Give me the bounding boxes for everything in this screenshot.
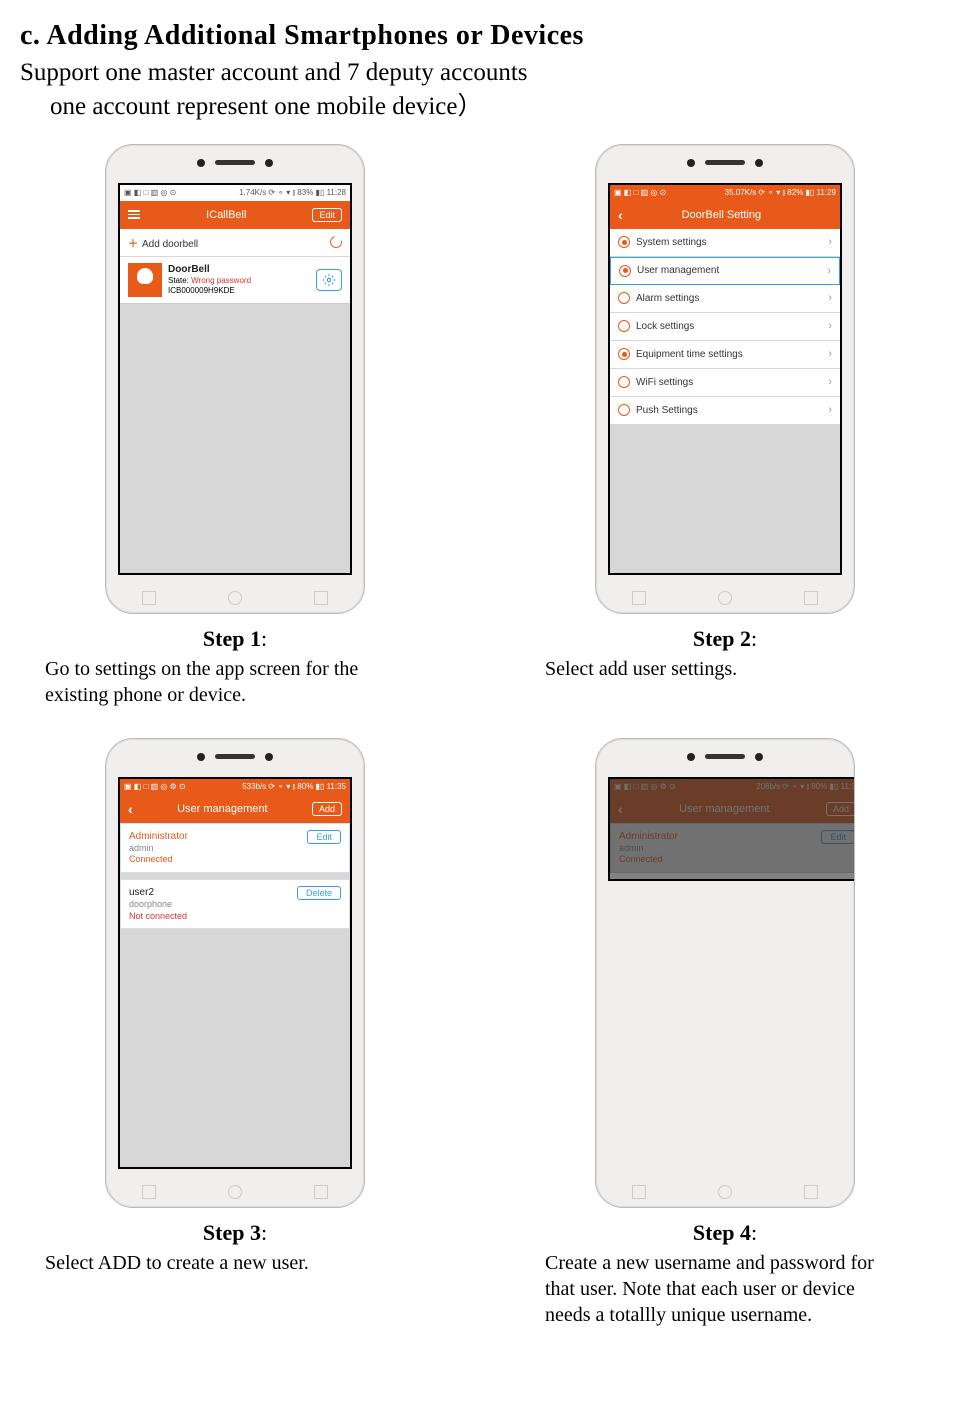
subheading-line2: one account represent one mobile device） xyxy=(20,90,940,124)
gear-icon xyxy=(322,273,336,287)
edit-button[interactable]: Edit xyxy=(312,208,342,222)
user-status: Not connected xyxy=(129,911,187,923)
user-card-admin[interactable]: Administrator admin Connected Edit xyxy=(120,823,350,873)
edit-user-button[interactable]: Edit xyxy=(307,830,341,844)
user-title: Administrator xyxy=(129,830,188,843)
status-left: ▣ ◧ □ ▥ ◎ ⊙ xyxy=(614,188,666,197)
status-left: ▣ ◧ □ ▥ ◎ ⚙ ⊙ xyxy=(124,782,186,791)
settings-item-time[interactable]: Equipment time settings › xyxy=(610,341,840,369)
status-right: 35.07K/s ⟳ ⚬ ▾ ⫾ 82% ▮▯ 11:29 xyxy=(725,188,836,198)
delete-user-button[interactable]: Delete xyxy=(297,886,341,900)
bullet-icon xyxy=(618,236,630,248)
status-bar: ▣ ◧ □ ▥ ◎ ⚙ ⊙ 533b/s ⟳ ⚬ ▾ ⫾ 80% ▮▯ 11:3… xyxy=(120,779,350,795)
app-bar: ‹ DoorBell Setting xyxy=(610,201,840,229)
device-state-value: Wrong password xyxy=(191,276,251,285)
subheading-line1: Support one master account and 7 deputy … xyxy=(20,59,528,86)
add-doorbell-label: Add doorbell xyxy=(142,239,198,250)
user-card-user2[interactable]: user2 doorphone Not connected Delete xyxy=(120,879,350,929)
step-3-cell: ▣ ◧ □ ▥ ◎ ⚙ ⊙ 533b/s ⟳ ⚬ ▾ ⫾ 80% ▮▯ 11:3… xyxy=(20,738,450,1328)
bullet-icon xyxy=(618,292,630,304)
step-4-desc: Create a new username and password for t… xyxy=(535,1250,915,1328)
settings-item-wifi[interactable]: WiFi settings › xyxy=(610,369,840,397)
settings-item-lock[interactable]: Lock settings › xyxy=(610,313,840,341)
avatar-icon xyxy=(128,263,162,297)
app-title: User management xyxy=(133,803,312,815)
app-bar: ICallBell Edit xyxy=(120,201,350,229)
user-sub: doorphone xyxy=(129,899,187,911)
add-button[interactable]: Add xyxy=(312,802,342,816)
section-subheading: Support one master account and 7 deputy … xyxy=(20,56,940,124)
user-status: Connected xyxy=(129,854,188,866)
device-name: DoorBell xyxy=(168,264,310,276)
step-3-desc: Select ADD to create a new user. xyxy=(45,1250,425,1276)
chevron-right-icon: › xyxy=(828,376,832,388)
step-2-cell: ▣ ◧ □ ▥ ◎ ⊙ 35.07K/s ⟳ ⚬ ▾ ⫾ 82% ▮▯ 11:2… xyxy=(510,144,940,708)
chevron-right-icon: › xyxy=(828,348,832,360)
settings-list: System settings › User management › Alarm … xyxy=(610,229,840,425)
settings-item-user-management[interactable]: User management › xyxy=(610,257,840,285)
phone-mockup-1: ▣ ◧ □ ▥ ◎ ⊙ 1.74K/s ⟳ ⚬ ▾ ⫾ 83% ▮▯ 11:28… xyxy=(105,144,365,614)
settings-label: User management xyxy=(637,265,719,276)
step-4-cell: ▣ ◧ □ ▥ ◎ ⚙ ⊙ 208b/s ⟳ ⚬ ▾ ⫾ 80% ▮▯ 11:3… xyxy=(510,738,940,1328)
status-bar: ▣ ◧ □ ▥ ◎ ⊙ 35.07K/s ⟳ ⚬ ▾ ⫾ 82% ▮▯ 11:2… xyxy=(610,185,840,201)
status-right: 1.74K/s ⟳ ⚬ ▾ ⫾ 83% ▮▯ 11:28 xyxy=(239,188,346,198)
plus-icon: ＋ xyxy=(128,239,138,250)
bullet-icon xyxy=(619,265,631,277)
settings-item-push[interactable]: Push Settings › xyxy=(610,397,840,425)
app-title: ICallBell xyxy=(140,209,312,221)
step-2-label: Step 2: xyxy=(535,626,915,652)
settings-button[interactable] xyxy=(316,269,342,291)
refresh-icon[interactable] xyxy=(328,234,344,250)
menu-icon[interactable] xyxy=(128,210,140,219)
device-row[interactable]: DoorBell State: Wrong password ICB000009… xyxy=(120,257,350,304)
chevron-right-icon: › xyxy=(828,292,832,304)
bullet-icon xyxy=(618,348,630,360)
bullet-icon xyxy=(618,320,630,332)
phone-mockup-4: ▣ ◧ □ ▥ ◎ ⚙ ⊙ 208b/s ⟳ ⚬ ▾ ⫾ 80% ▮▯ 11:3… xyxy=(595,738,855,1208)
settings-item-alarm[interactable]: Alarm settings › xyxy=(610,285,840,313)
chevron-right-icon: › xyxy=(827,265,831,277)
settings-label: Alarm settings xyxy=(636,293,699,304)
step-4-label: Step 4: xyxy=(535,1220,915,1246)
device-id: ICB000009H9KDE xyxy=(168,286,310,296)
add-doorbell-row[interactable]: ＋ Add doorbell xyxy=(120,229,350,257)
phone-mockup-3: ▣ ◧ □ ▥ ◎ ⚙ ⊙ 533b/s ⟳ ⚬ ▾ ⫾ 80% ▮▯ 11:3… xyxy=(105,738,365,1208)
status-bar: ▣ ◧ □ ▥ ◎ ⊙ 1.74K/s ⟳ ⚬ ▾ ⫾ 83% ▮▯ 11:28 xyxy=(120,185,350,201)
settings-item-system[interactable]: System settings › xyxy=(610,229,840,257)
chevron-right-icon: › xyxy=(828,236,832,248)
user-title: user2 xyxy=(129,886,187,899)
settings-label: System settings xyxy=(636,237,707,248)
settings-label: WiFi settings xyxy=(636,377,693,388)
bullet-icon xyxy=(618,404,630,416)
user-sub: admin xyxy=(129,843,188,855)
bullet-icon xyxy=(618,376,630,388)
settings-label: Equipment time settings xyxy=(636,349,743,360)
step-3-label: Step 3: xyxy=(45,1220,425,1246)
status-left: ▣ ◧ □ ▥ ◎ ⊙ xyxy=(124,188,176,197)
modal-overlay xyxy=(610,779,855,879)
settings-label: Push Settings xyxy=(636,405,698,416)
chevron-right-icon: › xyxy=(828,404,832,416)
app-bar: ‹ User management Add xyxy=(120,795,350,823)
step-1-desc: Go to settings on the app screen for the… xyxy=(45,656,425,708)
chevron-right-icon: › xyxy=(828,320,832,332)
step-1-cell: ▣ ◧ □ ▥ ◎ ⊙ 1.74K/s ⟳ ⚬ ▾ ⫾ 83% ▮▯ 11:28… xyxy=(20,144,450,708)
settings-label: Lock settings xyxy=(636,321,694,332)
status-right: 533b/s ⟳ ⚬ ▾ ⫾ 80% ▮▯ 11:35 xyxy=(242,782,346,792)
device-state-label: State: xyxy=(168,276,189,285)
step-1-label: Step 1: xyxy=(45,626,425,652)
phone-mockup-2: ▣ ◧ □ ▥ ◎ ⊙ 35.07K/s ⟳ ⚬ ▾ ⫾ 82% ▮▯ 11:2… xyxy=(595,144,855,614)
step-2-desc: Select add user settings. xyxy=(535,656,915,682)
app-title: DoorBell Setting xyxy=(623,209,820,221)
section-heading: c. Adding Additional Smartphones or Devi… xyxy=(20,20,940,52)
